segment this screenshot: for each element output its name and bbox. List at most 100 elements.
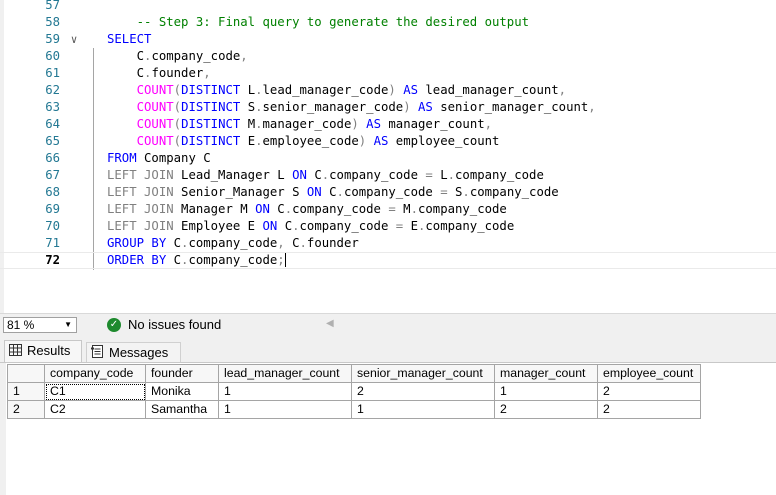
code-token-kw: ON <box>255 202 270 216</box>
code-token-kw: GROUP BY <box>107 236 167 250</box>
code-line[interactable]: COUNT(DISTINCT E.employee_code) AS emplo… <box>107 133 500 150</box>
code-line[interactable]: ORDER BY C.company_code; <box>0 252 775 269</box>
line-number: 68 <box>45 185 60 199</box>
code-token-op: . <box>255 83 263 97</box>
line-number: 60 <box>45 49 60 63</box>
grid-cell[interactable]: Monika <box>145 382 219 401</box>
code-token-id: E <box>403 219 418 233</box>
tab-results[interactable]: Results <box>4 340 82 362</box>
code-token-kw: ON <box>292 168 307 182</box>
code-area[interactable]: -- Step 3: Final query to generate the d… <box>0 0 776 313</box>
code-token-id: M <box>240 117 256 131</box>
sql-editor[interactable]: 57 58 59 60 61 62 63 64 65 66 67 68 69 70 71 72 ∨ -- St… <box>0 0 776 313</box>
line-number: 69 <box>45 202 60 216</box>
code-token-op: LEFT JOIN <box>107 219 174 233</box>
code-token-op: . <box>255 100 263 114</box>
code-token-kw: ON <box>262 219 278 233</box>
issues-status[interactable]: No issues found <box>128 317 221 333</box>
code-token-kw: ORDER BY <box>107 253 167 267</box>
fold-toggle-icon[interactable]: ∨ <box>64 31 84 48</box>
code-token-op: ( <box>173 117 182 131</box>
zoom-dropdown[interactable]: 81 % ▼ <box>3 317 77 333</box>
grid-corner-cell[interactable] <box>7 364 45 383</box>
code-token-id: company_code <box>188 253 278 267</box>
line-number: 70 <box>45 219 60 233</box>
code-token-id: S <box>240 100 256 114</box>
code-line[interactable]: COUNT(DISTINCT M.manager_code) AS manage… <box>107 116 492 133</box>
code-token-id: C <box>166 236 182 250</box>
code-token-id: lead_manager_count <box>418 83 559 97</box>
code-line[interactable]: SELECT <box>107 31 151 48</box>
code-token-id: founder <box>151 66 204 80</box>
scroll-left-icon[interactable]: ◀ <box>326 316 334 332</box>
tab-messages[interactable]: Messages <box>86 342 181 362</box>
code-token-op: , <box>558 83 567 97</box>
line-number: 57 <box>45 0 60 12</box>
column-header[interactable]: manager_count <box>494 364 598 383</box>
code-token-op: . <box>447 168 456 182</box>
code-line[interactable]: LEFT JOIN Lead_Manager L ON C.company_co… <box>107 167 544 184</box>
grid-cell[interactable]: C1 <box>44 382 146 401</box>
column-header[interactable]: employee_count <box>597 364 701 383</box>
tab-messages-label: Messages <box>109 345 169 360</box>
grid-cell[interactable]: 1 <box>218 400 352 419</box>
line-number: 62 <box>45 83 60 97</box>
code-line[interactable]: LEFT JOIN Manager M ON C.company_code = … <box>107 201 507 218</box>
dropdown-arrow-icon[interactable]: ▼ <box>64 318 72 332</box>
grid-cell[interactable]: 1 <box>218 382 352 401</box>
column-header[interactable]: founder <box>145 364 219 383</box>
code-line[interactable]: GROUP BY C.company_code, C.founder <box>107 235 359 252</box>
code-token-op: . <box>292 219 300 233</box>
code-token-cm: -- Step 3: Final query to generate the d… <box>136 15 530 29</box>
code-token-id: C <box>269 202 285 216</box>
tab-results-label: Results <box>27 343 71 358</box>
code-token-kw: SELECT <box>107 32 152 46</box>
grid-cell[interactable]: 2 <box>351 382 495 401</box>
grid-cell[interactable]: 2 <box>494 400 598 419</box>
grid-cell[interactable]: C2 <box>44 400 146 419</box>
code-token-id: S <box>447 185 463 199</box>
code-line[interactable]: COUNT(DISTINCT L.lead_manager_code) AS l… <box>107 82 566 99</box>
table-row[interactable]: 1 C1 Monika 1 2 1 2 <box>7 382 701 401</box>
grid-cell[interactable]: Samantha <box>145 400 219 419</box>
code-token-id: Employee E <box>173 219 263 233</box>
code-token-id: C <box>107 49 145 63</box>
code-token-id: Lead_Manager L <box>173 168 293 182</box>
code-line[interactable]: -- Step 3: Final query to generate the d… <box>107 14 529 31</box>
code-line[interactable]: LEFT JOIN Senior_Manager S ON C.company_… <box>107 184 559 201</box>
column-header[interactable]: lead_manager_count <box>218 364 352 383</box>
code-token-kw: AS <box>366 117 381 131</box>
code-token-id: C <box>321 185 337 199</box>
code-line[interactable]: C.company_code, <box>107 48 248 65</box>
code-line[interactable]: C.founder, <box>107 65 211 82</box>
column-header[interactable]: senior_manager_count <box>351 364 495 383</box>
code-token-kw: AS <box>403 83 418 97</box>
results-grid[interactable]: company_code founder lead_manager_count … <box>7 364 701 419</box>
code-token-id: company_code <box>455 168 544 182</box>
code-line[interactable]: LEFT JOIN Employee E ON C.company_code =… <box>107 218 514 235</box>
code-line[interactable]: FROM Company C <box>107 150 211 167</box>
row-number[interactable]: 1 <box>7 382 45 401</box>
code-token-op: . <box>462 185 470 199</box>
code-token-id: L <box>240 83 256 97</box>
grid-cell[interactable]: 1 <box>494 382 598 401</box>
row-number[interactable]: 2 <box>7 400 45 419</box>
grid-cell[interactable]: 1 <box>351 400 495 419</box>
code-token-kw: DISTINCT <box>181 117 241 131</box>
code-token-kw: AS <box>373 134 389 148</box>
table-row[interactable]: 2 C2 Samantha 1 1 2 2 <box>7 400 701 419</box>
code-token-kw: DISTINCT <box>181 83 241 97</box>
column-header[interactable]: company_code <box>44 364 146 383</box>
grid-cell[interactable]: 2 <box>597 400 701 419</box>
code-token-op: , <box>588 100 596 114</box>
code-token-id: company_code <box>469 185 559 199</box>
code-line[interactable]: COUNT(DISTINCT S.senior_manager_code) AS… <box>107 99 596 116</box>
code-token-id: L <box>432 168 448 182</box>
code-token-op: LEFT JOIN <box>107 185 174 199</box>
code-token-op: . <box>336 185 344 199</box>
line-number: 63 <box>45 100 60 114</box>
code-token-id: company_code <box>425 219 515 233</box>
grid-cell[interactable]: 2 <box>597 382 701 401</box>
